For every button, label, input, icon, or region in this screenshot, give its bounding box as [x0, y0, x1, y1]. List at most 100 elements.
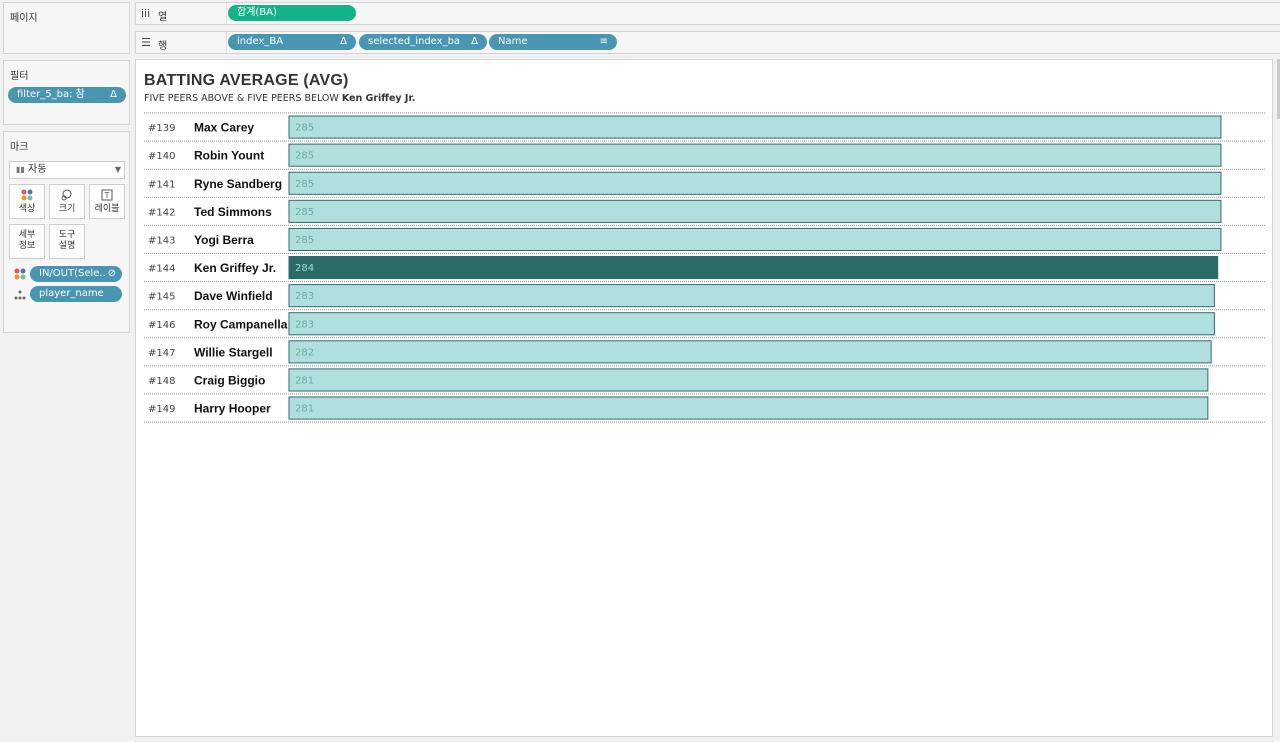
bar[interactable] — [288, 256, 1219, 280]
player-name-label: Roy Campanella — [194, 317, 288, 331]
bar[interactable] — [288, 171, 1222, 195]
mark-type-dropdown[interactable]: ▮▮ 자동 ▼ — [9, 161, 125, 179]
bar[interactable] — [288, 199, 1222, 223]
detail-field-pill[interactable]: player_name — [30, 286, 122, 302]
detail-field-icon — [14, 289, 26, 304]
marks-panel[interactable]: 마크 ▮▮ 자동 ▼ 색상 크기 T 레이블 세부 정보 도구 설명 IN/OU… — [3, 131, 130, 333]
tooltip-button-label-2: 설명 — [58, 241, 76, 251]
player-name-label: Harry Hooper — [194, 402, 271, 416]
row-index-label: #143 — [148, 235, 175, 246]
label-icon: T — [90, 189, 124, 201]
rows-pill-name[interactable]: Name ≡ — [489, 34, 617, 50]
size-button-label: 크기 — [58, 204, 76, 214]
marks-title: 마크 — [10, 142, 29, 153]
bar[interactable] — [288, 143, 1222, 167]
detail-button[interactable]: 세부 정보 — [9, 224, 45, 259]
svg-text:T: T — [104, 191, 110, 200]
bar[interactable] — [288, 227, 1222, 251]
bar[interactable] — [288, 396, 1209, 420]
color-field-label: IN/OUT(Sele.. — [39, 268, 106, 279]
delta-icon: Δ — [340, 36, 347, 47]
bar-value-label: 285 — [295, 123, 314, 134]
filters-panel[interactable]: 필터 filter_5_ba: 참 Δ — [3, 60, 130, 125]
row-index-label: #146 — [148, 320, 175, 331]
bar-value-label: 284 — [295, 263, 314, 274]
bar-chart[interactable]: #139 Max Carey 285 #140 Robin Yount 285 #141 Ry… — [136, 60, 1272, 460]
rows-pill-label: selected_index_ba — [368, 36, 461, 47]
player-name-label: Ryne Sandberg — [194, 177, 282, 191]
bar-chart-icon: ▮▮ — [16, 165, 25, 174]
delta-icon: Δ — [471, 36, 478, 47]
player-name-label: Dave Winfield — [194, 289, 273, 303]
detail-field-label: player_name — [39, 288, 104, 299]
shelf-divider — [226, 3, 227, 24]
size-icon — [50, 189, 84, 201]
player-name-label: Yogi Berra — [194, 233, 254, 247]
bar-value-label: 281 — [295, 375, 314, 386]
row-index-label: #148 — [148, 376, 175, 387]
rows-pill-label: index_BA — [237, 36, 284, 47]
player-name-label: Craig Biggio — [194, 373, 265, 387]
detail-button-label-1: 세부 — [18, 230, 36, 240]
row-index-label: #141 — [148, 179, 175, 190]
bar-value-label: 285 — [295, 207, 314, 218]
columns-shelf[interactable]: iii 열 합계(BA) — [135, 2, 1280, 25]
filter-pill[interactable]: filter_5_ba: 참 Δ — [8, 87, 126, 103]
tooltip-button[interactable]: 도구 설명 — [49, 224, 85, 259]
rows-pill-selected-index-ba[interactable]: selected_index_ba Δ — [359, 34, 487, 50]
row-index-label: #149 — [148, 404, 175, 415]
bar-value-label: 285 — [295, 151, 314, 162]
player-name-label: Ted Simmons — [194, 205, 272, 219]
columns-pill[interactable]: 합계(BA) — [228, 5, 356, 21]
rows-icon: ☰ — [141, 36, 151, 49]
bar-value-label: 282 — [295, 347, 314, 358]
bar-value-label: 281 — [295, 404, 314, 415]
label-button[interactable]: T 레이블 — [89, 184, 125, 219]
row-index-label: #139 — [148, 123, 175, 134]
rows-pill-index-ba[interactable]: index_BA Δ — [228, 34, 356, 50]
link-icon: ⊘ — [107, 268, 116, 279]
row-index-label: #140 — [148, 151, 175, 162]
label-button-label: 레이블 — [94, 204, 120, 214]
color-field-icon — [14, 268, 26, 283]
player-name-label: Willie Stargell — [194, 345, 273, 359]
pages-panel[interactable]: 페이지 — [3, 2, 130, 54]
row-index-label: #142 — [148, 207, 175, 218]
row-index-label: #144 — [148, 264, 175, 275]
bar[interactable] — [288, 312, 1215, 336]
rows-label: 행 — [158, 41, 168, 52]
pages-title: 페이지 — [10, 13, 38, 24]
bar-value-label: 283 — [295, 319, 314, 330]
bar-value-label: 285 — [295, 235, 314, 246]
color-field-pill[interactable]: IN/OUT(Sele.. ⊘ — [30, 266, 122, 282]
color-button[interactable]: 색상 — [9, 184, 45, 219]
size-button[interactable]: 크기 — [49, 184, 85, 219]
columns-label: 열 — [158, 12, 168, 23]
columns-pill-label: 합계(BA) — [237, 7, 277, 18]
player-name-label: Ken Griffey Jr. — [194, 261, 276, 275]
color-icon — [10, 189, 44, 201]
filter-pill-label: filter_5_ba: 참 — [17, 89, 85, 100]
shelf-divider — [226, 32, 227, 53]
delta-icon: Δ — [110, 89, 117, 100]
player-name-label: Max Carey — [194, 121, 254, 135]
chevron-down-icon[interactable]: ▼ — [115, 162, 121, 178]
rows-pill-label: Name — [498, 36, 528, 47]
row-index-label: #147 — [148, 348, 175, 359]
viz-view[interactable]: BATTING AVERAGE (AVG) FIVE PEERS ABOVE &… — [135, 59, 1273, 737]
rows-shelf[interactable]: ☰ 행 index_BA Δ selected_index_ba Δ Name … — [135, 31, 1280, 54]
detail-button-label-2: 정보 — [18, 241, 36, 251]
mark-type-value: 자동 — [28, 164, 47, 175]
color-button-label: 색상 — [18, 204, 36, 214]
player-name-label: Robin Yount — [194, 149, 264, 163]
bar[interactable] — [288, 115, 1222, 139]
bar-value-label: 283 — [295, 291, 314, 302]
bar-value-label: 285 — [295, 179, 314, 190]
filters-title: 필터 — [10, 71, 29, 82]
bar[interactable] — [288, 340, 1212, 364]
bar[interactable] — [288, 284, 1215, 308]
sort-icon: ≡ — [599, 36, 608, 47]
tooltip-button-label-1: 도구 — [58, 230, 76, 240]
columns-icon: iii — [141, 7, 151, 20]
bar[interactable] — [288, 368, 1209, 392]
